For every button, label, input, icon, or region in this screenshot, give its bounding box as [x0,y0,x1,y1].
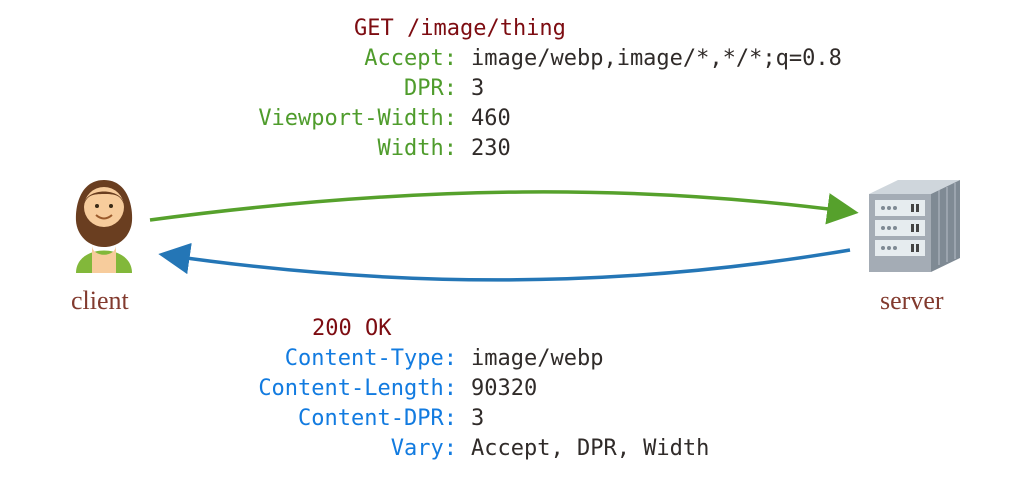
status-line: 200 OK [312,316,391,341]
res-hdr-2-key: Content-DPR: [298,406,457,431]
response-arrow [165,250,850,280]
request-line: GET /image/thing [354,16,566,41]
res-hdr-3-key: Vary: [391,436,457,461]
req-hdr-1-key: DPR: [404,76,457,101]
res-hdr-1-val: 90320 [471,376,537,401]
diagram: client server GET /image/thing Accept: i… [0,0,1012,502]
req-hdr-3-val: 230 [471,136,511,161]
req-hdr-3-key: Width: [378,136,457,161]
res-hdr-0-val: image/webp [471,346,603,371]
request-arrow [150,192,852,220]
server-label: server [880,286,944,316]
res-hdr-0-key: Content-Type: [285,346,457,371]
res-hdr-2-val: 3 [471,406,484,431]
arrows-layer [0,0,1012,502]
req-hdr-1-val: 3 [471,76,484,101]
res-hdr-1-key: Content-Length: [258,376,457,401]
req-hdr-0-key: Accept: [364,46,457,71]
req-hdr-0-val: image/webp,image/*,*/*;q=0.8 [471,46,842,71]
req-hdr-2-key: Viewport-Width: [258,106,457,131]
req-hdr-2-val: 460 [471,106,511,131]
client-label: client [71,286,129,316]
res-hdr-3-val: Accept, DPR, Width [471,436,709,461]
